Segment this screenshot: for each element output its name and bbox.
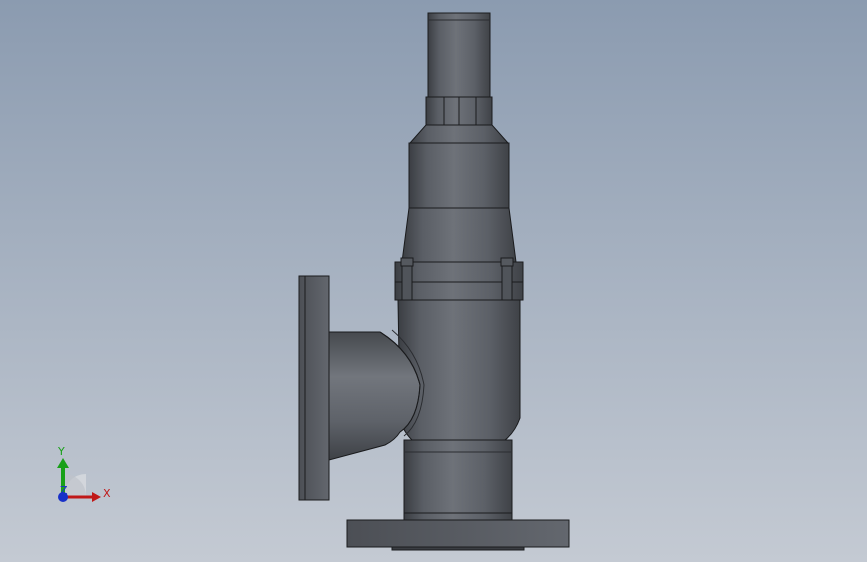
bolt-head-right: [500, 257, 514, 267]
outlet-flange: [346, 519, 570, 548]
bolt-head-left: [400, 257, 414, 267]
triad-label-y: Y: [57, 445, 65, 458]
viewport-canvas: Y X Z: [0, 0, 867, 562]
valve-cap: [427, 12, 491, 99]
bonnet-shoulder: [408, 124, 510, 144]
bonnet-taper: [401, 207, 517, 263]
bonnet: [408, 142, 510, 209]
triad-label-z: Z: [60, 484, 68, 497]
outlet-flange-face: [391, 546, 525, 551]
inlet-flange: [298, 275, 330, 501]
cad-viewport[interactable]: Y X Z: [0, 0, 867, 562]
bolt-right: [501, 265, 513, 301]
triad-label-x: X: [103, 487, 111, 500]
bolt-left: [401, 265, 413, 301]
